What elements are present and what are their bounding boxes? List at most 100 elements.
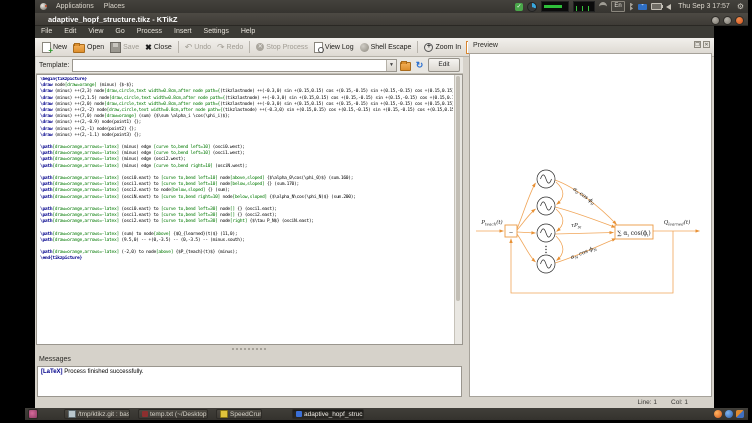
taskbar-window-speedcrunch[interactable]: SpeedCrunch	[216, 409, 262, 419]
time-tracker-icon[interactable]	[527, 2, 537, 12]
float-panel-icon[interactable]: ❐	[694, 41, 701, 48]
zoom-in-button[interactable]: +Zoom In	[421, 42, 464, 53]
close-button[interactable]	[735, 16, 744, 25]
maximize-button[interactable]	[723, 16, 732, 25]
reload-icon: ↻	[416, 60, 424, 70]
menu-help[interactable]: Help	[235, 26, 261, 38]
menu-view[interactable]: View	[82, 26, 109, 38]
update-ok-icon[interactable]: ✓	[515, 3, 523, 11]
close-file-button[interactable]: ✖Close	[142, 42, 175, 53]
redo-icon: ↷	[217, 43, 225, 52]
alphaN-edge-label: αN cos ϕN	[570, 245, 598, 261]
status-line: Line: 1	[637, 398, 657, 408]
new-icon	[42, 42, 51, 53]
taskbar: /tmp/ktikz.git : bash ... temp.txt (~/De…	[25, 408, 748, 420]
latex-tag: [LaTeX]	[41, 369, 63, 375]
undo-button[interactable]: ↶Undo	[182, 42, 214, 53]
system-monitor-graph-icon[interactable]	[573, 1, 595, 12]
scrollbar-handle[interactable]	[456, 76, 460, 301]
template-label: Template:	[39, 62, 69, 69]
template-value	[73, 60, 386, 71]
menubar: File Edit View Go Process Insert Setting…	[35, 26, 714, 38]
new-button[interactable]: New	[39, 41, 70, 54]
bluetooth-icon[interactable]	[629, 3, 634, 11]
template-edit-button[interactable]: Edit	[428, 58, 460, 72]
menu-process[interactable]: Process	[131, 26, 168, 38]
sum-label: ∑ αi cos(ϕi)	[617, 230, 651, 238]
stop-process-button[interactable]: ✕Stop Process	[253, 42, 311, 52]
battery-icon[interactable]	[651, 3, 662, 10]
tikz-diagram: − ∑ αi cos(ϕi) Pteach(t) Qlearned(t) α0 …	[470, 54, 711, 396]
close-panel-icon[interactable]: ✕	[703, 41, 710, 48]
output-signal-label: Qlearned(t)	[664, 219, 690, 227]
status-bar: Line: 1 Col: 1	[35, 398, 714, 408]
applications-menu[interactable]: Applications	[51, 0, 99, 13]
clock[interactable]: Thu Sep 3 17:57	[675, 3, 733, 10]
dock-splitter[interactable]	[36, 345, 463, 353]
messages-output: [LaTeX] Process finished successfully.	[37, 366, 462, 397]
view-log-icon	[314, 42, 323, 53]
calculator-icon	[220, 410, 228, 418]
minimize-button[interactable]	[711, 16, 720, 25]
save-icon	[110, 42, 121, 53]
diagram-labels: − ∑ αi cos(ϕi) Pteach(t) Qlearned(t) α0 …	[480, 186, 690, 261]
mail-icon[interactable]	[638, 4, 647, 10]
show-desktop-icon[interactable]	[28, 409, 38, 419]
messages-title: Messages	[39, 356, 71, 363]
keyboard-layout-indicator[interactable]: En	[611, 1, 625, 12]
taskbar-window-ktikz[interactable]: adaptive_hopf_struc...	[292, 409, 364, 419]
shell-escape-button[interactable]: Shell Escape	[357, 42, 415, 53]
menu-go[interactable]: Go	[109, 26, 130, 38]
preview-title: Preview	[473, 42, 498, 49]
distributor-logo-icon[interactable]	[40, 3, 47, 10]
minus-label: −	[509, 231, 514, 237]
tau-edge-label: τPN	[571, 223, 582, 230]
zoom-in-icon: +	[424, 43, 433, 52]
code-lines[interactable]: \begin{tikzpicture}\draw node[draw=orang…	[40, 77, 453, 344]
system-monitor-bars-icon[interactable]	[541, 1, 569, 12]
menu-edit[interactable]: Edit	[58, 26, 82, 38]
globe-icon[interactable]	[725, 410, 733, 418]
menu-settings[interactable]: Settings	[198, 26, 235, 38]
screen: Applications Places ✓ En Thu Sep 3 17:57…	[0, 0, 752, 423]
code-editor[interactable]: \begin{tikzpicture}\draw node[draw=orang…	[36, 74, 463, 345]
preview-panel-header: Preview ❐ ✕	[468, 38, 713, 53]
close-icon: ✖	[145, 43, 152, 52]
chevron-down-icon[interactable]: ▼	[386, 60, 396, 71]
taskbar-window-tempfile[interactable]: temp.txt (~/Desktop...	[138, 409, 208, 419]
terminal-icon	[68, 410, 76, 418]
stop-icon: ✕	[256, 43, 264, 51]
menu-file[interactable]: File	[35, 26, 58, 38]
wifi-icon[interactable]	[599, 2, 607, 11]
template-bar: Template: ▼ ↻ Edit	[36, 57, 463, 74]
menu-insert[interactable]: Insert	[168, 26, 198, 38]
template-combobox[interactable]: ▼	[72, 59, 397, 72]
ktikz-icon	[296, 411, 302, 417]
messages-text: Process finished successfully.	[63, 369, 144, 375]
taskbar-window-bash[interactable]: /tmp/ktikz.git : bash ...	[64, 409, 130, 419]
gnome-panel: Applications Places ✓ En Thu Sep 3 17:57…	[35, 0, 748, 13]
editor-vertical-scrollbar[interactable]	[454, 75, 462, 344]
taskbar-tray	[714, 410, 744, 418]
folder-icon	[400, 62, 411, 71]
window-titlebar[interactable]: adaptive_hopf_structure.tikz - KTikZ	[35, 13, 748, 26]
template-browse-button[interactable]	[400, 60, 411, 71]
sine-wave-icon	[541, 175, 552, 268]
window-controls	[711, 16, 744, 25]
vertical-dots-icon	[545, 246, 546, 253]
browser-icon[interactable]	[714, 410, 722, 418]
undo-icon: ↶	[185, 43, 193, 52]
messages-panel-header: Messages ❐ ✕	[36, 353, 463, 366]
ktikz-window: File Edit View Go Process Insert Setting…	[35, 26, 714, 408]
session-gear-icon[interactable]: ⚙	[737, 0, 744, 13]
template-reload-button[interactable]: ↻	[414, 60, 425, 71]
places-menu[interactable]: Places	[99, 0, 130, 13]
open-button[interactable]: Open	[70, 41, 107, 54]
open-folder-icon	[73, 44, 85, 53]
volume-icon[interactable]	[666, 4, 671, 10]
save-button[interactable]: Save	[107, 41, 142, 54]
view-log-button[interactable]: View Log	[311, 41, 357, 54]
redo-button[interactable]: ↷Redo	[214, 42, 246, 53]
workspace-switcher-icon[interactable]	[736, 410, 744, 418]
system-tray: ✓ En Thu Sep 3 17:57 ⚙	[515, 0, 744, 13]
